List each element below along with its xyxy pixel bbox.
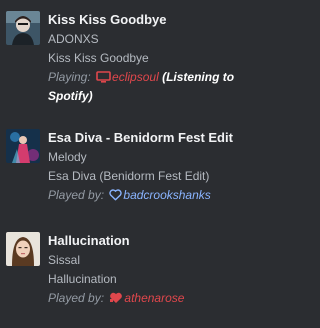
track-title[interactable]: Esa Diva - Benidorm Fest Edit	[48, 128, 246, 148]
status-label: Playing:	[48, 70, 91, 84]
track-title[interactable]: Kiss Kiss Goodbye	[48, 10, 246, 30]
monitor-icon	[96, 71, 111, 83]
album-art[interactable]	[6, 232, 40, 266]
track-album[interactable]: Hallucination	[48, 270, 246, 289]
played-by-status: Played by: badcrookshanks	[48, 186, 246, 205]
heart-outline-icon	[109, 189, 123, 201]
playing-status: Playing: eclipsoul (Listening to Spotify…	[48, 68, 246, 106]
track-artist[interactable]: Sissal	[48, 251, 246, 270]
track-album[interactable]: Esa Diva (Benidorm Fest Edit)	[48, 167, 246, 186]
track-artist[interactable]: Melody	[48, 148, 246, 167]
status-label: Played by:	[48, 188, 105, 202]
user-link[interactable]: badcrookshanks	[123, 188, 210, 202]
track-artist[interactable]: ADONXS	[48, 30, 246, 49]
track-album[interactable]: Kiss Kiss Goodbye	[48, 49, 246, 68]
heart-filled-icon	[110, 292, 123, 303]
played-by-status: Played by: athenarose	[48, 289, 246, 308]
user-link[interactable]: athenarose	[124, 291, 184, 305]
album-art[interactable]	[6, 129, 40, 163]
album-art[interactable]	[6, 11, 40, 45]
track-title[interactable]: Hallucination	[48, 231, 246, 251]
user-link[interactable]: eclipsoul	[112, 70, 159, 84]
status-label: Played by:	[48, 291, 105, 305]
track-history-list: Kiss Kiss Goodbye ADONXS Kiss Kiss Goodb…	[0, 0, 250, 328]
